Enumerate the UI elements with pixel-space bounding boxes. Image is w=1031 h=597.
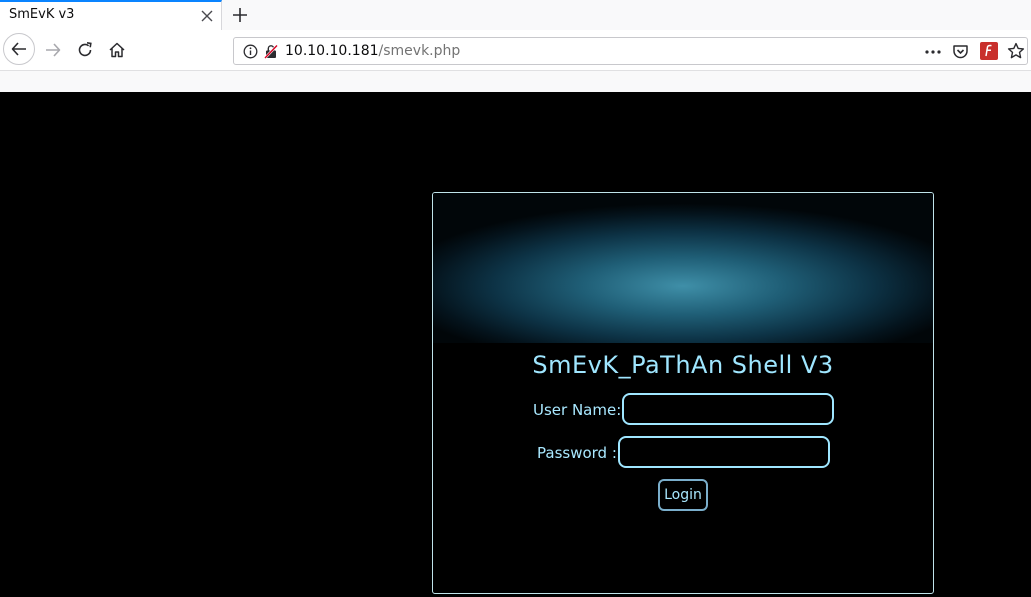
banner-image	[433, 193, 933, 343]
back-button[interactable]	[3, 33, 35, 65]
insecure-lock-icon[interactable]	[264, 44, 278, 59]
url-bar[interactable]: 10.10.10.181/smevk.php	[233, 37, 1028, 65]
login-button[interactable]: Login	[658, 479, 708, 511]
info-icon[interactable]	[243, 44, 258, 59]
close-icon[interactable]	[199, 8, 215, 24]
navigation-toolbar: 10.10.10.181/smevk.php	[0, 30, 1031, 71]
star-icon[interactable]	[1007, 42, 1025, 60]
pocket-icon[interactable]	[952, 43, 969, 60]
password-label: Password :	[537, 444, 617, 462]
page-title: SmEvK_PaThAn Shell V3	[532, 351, 834, 379]
page-content: SmEvK_PaThAn Shell V3 User Name: Passwor…	[0, 92, 1031, 597]
username-input[interactable]	[622, 393, 834, 425]
browser-tab[interactable]: SmEvK v3	[0, 0, 222, 30]
url-text[interactable]: 10.10.10.181/smevk.php	[285, 43, 460, 59]
more-icon[interactable]	[924, 44, 942, 60]
login-panel: SmEvK_PaThAn Shell V3 User Name: Passwor…	[432, 192, 934, 594]
extension-icon[interactable]	[980, 42, 998, 60]
browser-chrome: SmEvK v3 10.10.10.181/smevk.php	[0, 0, 1031, 92]
reload-icon[interactable]	[76, 41, 94, 59]
tab-title: SmEvK v3	[9, 7, 75, 22]
url-path: /smevk.php	[378, 43, 461, 59]
home-icon[interactable]	[108, 41, 126, 59]
plus-icon[interactable]	[231, 6, 249, 24]
tab-strip: SmEvK v3	[0, 0, 1031, 30]
username-label: User Name:	[533, 401, 622, 419]
back-arrow-icon	[11, 42, 26, 56]
forward-arrow-icon[interactable]	[44, 41, 62, 59]
password-input[interactable]	[618, 436, 830, 468]
url-host: 10.10.10.181	[285, 43, 379, 59]
